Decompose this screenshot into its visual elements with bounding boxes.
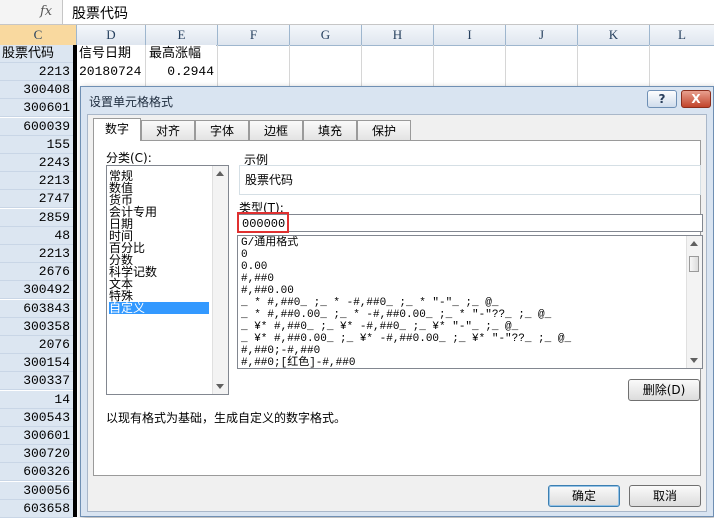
description-text: 以现有格式为基础，生成自定义的数字格式。 — [106, 411, 347, 425]
selection-border — [73, 45, 77, 517]
cell-c[interactable]: 2076 — [0, 336, 73, 354]
format-code-item[interactable]: #,##0 — [241, 274, 274, 285]
column-header-g[interactable]: G — [290, 25, 362, 45]
column-header-h[interactable]: H — [362, 25, 434, 45]
close-button[interactable]: X — [681, 90, 711, 108]
scroll-up-icon[interactable] — [216, 171, 224, 176]
formula-input[interactable]: 股票代码 — [72, 3, 128, 23]
cell-c[interactable]: 300154 — [0, 354, 73, 373]
cell-c[interactable]: 300720 — [0, 445, 73, 464]
column-headers: C D E F G H I J K L — [0, 25, 714, 46]
tab-fill[interactable]: 填充 — [303, 120, 357, 140]
column-header-i[interactable]: I — [434, 25, 506, 45]
tab-font[interactable]: 字体 — [195, 120, 249, 140]
scroll-down-icon[interactable] — [216, 384, 224, 389]
cell-c[interactable]: 600326 — [0, 463, 73, 482]
cell-c[interactable]: 300358 — [0, 317, 73, 336]
scroll-down-icon[interactable] — [690, 358, 698, 363]
cell-c[interactable]: 300408 — [0, 81, 73, 100]
cell-c[interactable]: 48 — [0, 226, 73, 245]
cell-c[interactable]: 300056 — [0, 481, 73, 500]
category-item[interactable]: 自定义 — [109, 302, 209, 314]
column-header-c[interactable]: C — [0, 25, 77, 45]
format-code-item[interactable]: 0 — [241, 250, 248, 261]
cell-c[interactable]: 155 — [0, 135, 73, 154]
table-row: 2213 20180724 0.2944 — [0, 63, 714, 81]
cell-e-header[interactable]: 最高涨幅 — [146, 45, 216, 63]
dialog-client-area: 数字 对齐 字体 边框 填充 保护 分类(C): 常规 数值 货币 会计专用 日期 时间百… — [87, 114, 707, 512]
cell-c[interactable]: 300601 — [0, 427, 73, 445]
cell-c[interactable]: 2213 — [0, 172, 73, 191]
format-code-item[interactable]: _ * #,##0.00_ ;_ * -#,##0.00_ ;_ * "-"??… — [241, 310, 558, 321]
cell-e[interactable]: 0.2944 — [146, 63, 216, 81]
fx-icon[interactable]: fx — [40, 4, 52, 19]
cell-c[interactable]: 14 — [0, 390, 73, 409]
format-list-scrollbar[interactable] — [686, 236, 702, 368]
cell-c[interactable]: 2676 — [0, 263, 73, 282]
column-header-k[interactable]: K — [578, 25, 650, 45]
format-code-list[interactable]: G/通用格式 0 0.00 #,##0 #,##0.00 _ * #,##0_ ;_ * … — [237, 235, 703, 369]
help-button[interactable]: ? — [647, 90, 677, 108]
tab-number[interactable]: 数字 — [93, 118, 141, 141]
format-cells-dialog: 设置单元格格式 ? X 数字 对齐 字体 边框 填充 保护 分类(C): 常规数… — [80, 86, 714, 517]
cell-c[interactable]: 300492 — [0, 281, 73, 300]
cell-c[interactable]: 300543 — [0, 408, 73, 427]
column-header-j[interactable]: J — [506, 25, 578, 45]
delete-button[interactable]: 删除(D) — [628, 379, 700, 401]
category-label: 分类(C): — [106, 151, 152, 165]
cell-c[interactable]: 2243 — [0, 154, 73, 172]
column-header-f[interactable]: F — [218, 25, 290, 45]
cell-c[interactable]: 2213 — [0, 245, 73, 263]
category-list[interactable]: 常规 数值 货币 会计专用 日期 时间 百分比 分数 科学记数 文本 特殊 自定义 — [106, 165, 229, 395]
tab-border[interactable]: 边框 — [249, 120, 303, 140]
cell-c[interactable]: 300337 — [0, 372, 73, 391]
cell-d[interactable]: 20180724 — [77, 63, 145, 81]
sample-frame — [239, 165, 701, 195]
category-scrollbar[interactable] — [212, 166, 228, 394]
scroll-thumb[interactable] — [689, 256, 699, 272]
name-box[interactable]: fx — [0, 0, 63, 24]
highlight-box — [237, 212, 289, 233]
cell-c[interactable]: 2747 — [0, 190, 73, 209]
cell-d-header[interactable]: 信号日期 — [77, 45, 145, 63]
tab-protection[interactable]: 保护 — [357, 120, 411, 140]
format-code-item[interactable]: _ * #,##0_ ;_ * -#,##0_ ;_ * "-"_ ;_ @_ — [241, 298, 505, 309]
dialog-title: 设置单元格格式 — [89, 95, 174, 109]
cell-c[interactable]: 600039 — [0, 117, 73, 136]
number-tab-panel: 分类(C): 常规 数值 货币 会计专用 日期 时间 百分比 分数 科学记数 文本 特殊 自定义 示例… — [93, 140, 703, 476]
type-input[interactable]: 000000 — [237, 214, 703, 232]
scroll-up-icon[interactable] — [690, 241, 698, 246]
format-code-item[interactable]: G/通用格式 — [241, 238, 298, 249]
cell-c[interactable]: 300601 — [0, 99, 73, 118]
format-code-item[interactable]: #,##0;-#,##0 — [241, 346, 320, 357]
column-header-d[interactable]: D — [77, 25, 146, 45]
cancel-button[interactable]: 取消 — [629, 485, 701, 507]
column-header-e[interactable]: E — [146, 25, 218, 45]
sheet-header-row: 股票代码 信号日期 最高涨幅 — [0, 45, 714, 63]
format-code-item[interactable]: #,##0;[红色]-#,##0 — [241, 358, 355, 369]
format-code-item[interactable]: _ ¥* #,##0_ ;_ ¥* -#,##0_ ;_ ¥* "-"_ ;_ … — [241, 322, 525, 333]
format-code-item[interactable]: 0.00 — [241, 262, 267, 273]
cell-c-header[interactable]: 股票代码 — [0, 45, 73, 63]
cell-c[interactable]: 603658 — [0, 499, 73, 518]
cell-c[interactable]: 2213 — [0, 63, 73, 81]
sample-value: 股票代码 — [245, 173, 294, 187]
cell-c[interactable]: 2859 — [0, 208, 73, 227]
format-code-item[interactable]: _ ¥* #,##0.00_ ;_ ¥* -#,##0.00_ ;_ ¥* "-… — [241, 334, 578, 345]
ok-button[interactable]: 确定 — [548, 485, 620, 507]
column-header-l[interactable]: L — [650, 25, 714, 45]
cell-c[interactable]: 603843 — [0, 299, 73, 318]
formula-bar: fx 股票代码 — [0, 0, 714, 25]
format-code-item[interactable]: #,##0.00 — [241, 286, 294, 297]
tab-alignment[interactable]: 对齐 — [141, 120, 195, 140]
